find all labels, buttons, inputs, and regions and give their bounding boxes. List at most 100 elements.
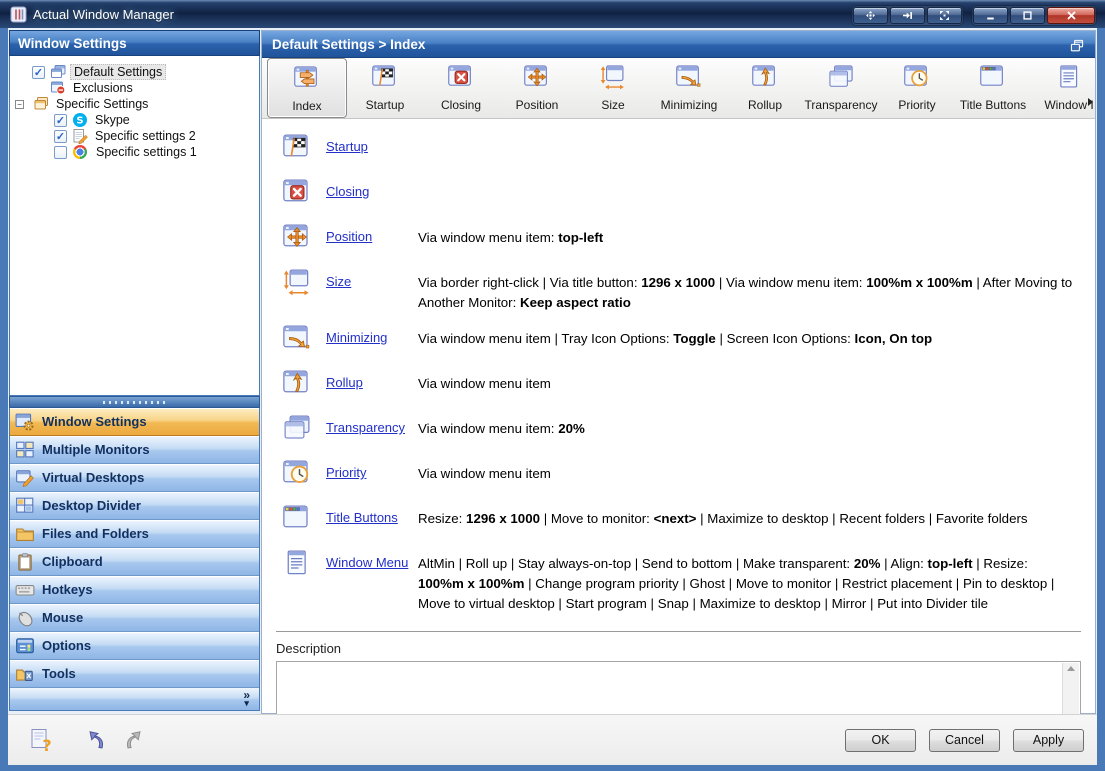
settings-link-minimizing[interactable]: Minimizing <box>326 330 387 345</box>
app-icon <box>10 6 27 23</box>
sidebar-item-label: Desktop Divider <box>42 498 141 513</box>
index-icon <box>292 64 322 97</box>
settings-link-size[interactable]: Size <box>326 274 351 289</box>
settings-link-closing[interactable]: Closing <box>326 184 369 199</box>
tree-checkbox[interactable] <box>54 146 67 159</box>
help-notes-icon[interactable]: ? <box>28 727 55 754</box>
sidebar-item-files-and-folders[interactable]: Files and Folders <box>10 520 259 548</box>
divider <box>276 631 1081 632</box>
tools-icon <box>15 664 35 684</box>
minimizing-icon <box>674 63 704 96</box>
tree-item-label: Specific Settings <box>53 97 151 111</box>
tree-collapse-icon[interactable]: − <box>15 100 24 109</box>
sidebar-item-window-settings[interactable]: Window Settings <box>10 408 259 436</box>
svg-text:?: ? <box>42 736 51 754</box>
toolbar-item-index[interactable]: Index <box>267 58 347 118</box>
minimize-button[interactable] <box>973 7 1008 24</box>
undo-icon[interactable] <box>83 727 110 754</box>
scroll-up-icon[interactable] <box>1067 666 1075 671</box>
tree-item-exclusions[interactable]: Exclusions <box>10 80 259 96</box>
tree-item-specific-settings-1[interactable]: Specific settings 1 <box>10 144 259 160</box>
cancel-button[interactable]: Cancel <box>929 729 1000 752</box>
priority-icon <box>282 458 312 493</box>
close-button[interactable] <box>1047 7 1095 24</box>
description-label: Description <box>276 641 1095 656</box>
sidebar-item-virtual-desktops[interactable]: Virtual Desktops <box>10 464 259 492</box>
size-icon <box>282 267 312 313</box>
chrome-icon <box>73 145 87 159</box>
sidebar-item-multiple-monitors[interactable]: Multiple Monitors <box>10 436 259 464</box>
tree-item-default-settings[interactable]: ✓Default Settings <box>10 64 259 80</box>
settings-link-transparency[interactable]: Transparency <box>326 420 405 435</box>
sidebar-item-clipboard[interactable]: Clipboard <box>10 548 259 576</box>
toolbar-item-position[interactable]: Position <box>499 58 575 118</box>
tree-item-label: Specific settings 2 <box>92 129 199 143</box>
settings-link-title-buttons[interactable]: Title Buttons <box>326 510 398 525</box>
settings-tree: ✓Default SettingsExclusions − Specific Set… <box>9 56 260 396</box>
toolbar-item-rollup[interactable]: Rollup <box>727 58 803 118</box>
tree-checkbox[interactable]: ✓ <box>32 66 45 79</box>
tree-item-skype[interactable]: ✓SSkype <box>10 112 259 128</box>
titlebar: Actual Window Manager <box>0 0 1105 28</box>
multiple-monitors-icon <box>15 440 35 460</box>
title-buttons-icon <box>978 63 1008 96</box>
toolbar-overflow-arrow[interactable] <box>1088 98 1093 106</box>
sidebar-item-tools[interactable]: Tools <box>10 660 259 688</box>
ok-button[interactable]: OK <box>845 729 916 752</box>
sidebar-item-mouse[interactable]: Mouse <box>10 604 259 632</box>
sidebar-item-options[interactable]: Options <box>10 632 259 660</box>
toolbar-item-title-buttons[interactable]: Title Buttons <box>955 58 1031 118</box>
settings-row: Title ButtonsResize: 1296 x 1000 | Move … <box>282 498 1081 543</box>
maximize-to-desktop-button[interactable] <box>927 7 962 24</box>
window-menu-icon <box>282 548 312 614</box>
tree-item-specific-settings-2[interactable]: ✓ Specific settings 2 <box>10 128 259 144</box>
mouse-icon <box>15 608 35 628</box>
nav-collapse-button[interactable]: » ▾ <box>9 688 260 711</box>
redo-icon <box>120 727 147 754</box>
toolbar-item-size[interactable]: Size <box>575 58 651 118</box>
sidebar-item-label: Tools <box>42 666 76 681</box>
toolbar-item-label: Startup <box>366 98 405 112</box>
hotkeys-icon <box>15 580 35 600</box>
settings-desc: AltMin | Roll up | Stay always-on-top | … <box>418 548 1081 614</box>
settings-desc: Via window menu item: top-left <box>418 222 1081 257</box>
sidebar: Window Settings ✓Default SettingsExclusi… <box>9 30 260 714</box>
toolbar-item-label: Priority <box>898 98 935 112</box>
settings-link-position[interactable]: Position <box>326 229 372 244</box>
settings-row: TransparencyVia window menu item: 20% <box>282 408 1081 453</box>
align-button[interactable] <box>853 7 888 24</box>
settings-desc: Via window menu item | Tray Icon Options… <box>418 323 1081 358</box>
tree-checkbox[interactable]: ✓ <box>54 130 67 143</box>
footer-bar: ? OK Cancel Apply <box>8 714 1097 765</box>
send-to-monitor-button[interactable] <box>890 7 925 24</box>
settings-link-startup[interactable]: Startup <box>326 139 368 154</box>
maximize-button[interactable] <box>1010 7 1045 24</box>
toolbar-item-closing[interactable]: Closing <box>423 58 499 118</box>
tree-checkbox[interactable]: ✓ <box>54 114 67 127</box>
toolbar-item-priority[interactable]: Priority <box>879 58 955 118</box>
tree-item-specific-settings[interactable]: − Specific Settings <box>10 96 259 112</box>
clipboard-icon <box>15 552 35 572</box>
files-and-folders-icon <box>15 524 35 544</box>
toolbar-item-startup[interactable]: Startup <box>347 58 423 118</box>
transparency-icon <box>826 63 856 96</box>
toolbar-item-label: Index <box>292 99 321 113</box>
apply-button[interactable]: Apply <box>1013 729 1084 752</box>
toolbar-item-transparency[interactable]: Transparency <box>803 58 879 118</box>
settings-row: PriorityVia window menu item <box>282 453 1081 498</box>
sidebar-nav: Window SettingsMultiple MonitorsVirtual … <box>9 408 260 688</box>
sidebar-item-desktop-divider[interactable]: Desktop Divider <box>10 492 259 520</box>
settings-row: RollupVia window menu item <box>282 363 1081 408</box>
settings-link-window-menu[interactable]: Window Menu <box>326 555 408 570</box>
splitter-handle[interactable] <box>9 396 260 408</box>
settings-row: Minimizing Via window menu item | Tray Ic… <box>282 318 1081 363</box>
settings-row: Window Menu AltMin | Roll up | Stay alway… <box>282 543 1081 619</box>
sidebar-item-hotkeys[interactable]: Hotkeys <box>10 576 259 604</box>
settings-link-rollup[interactable]: Rollup <box>326 375 363 390</box>
settings-desc <box>418 177 1081 212</box>
skype-icon: S <box>72 112 88 128</box>
settings-link-priority[interactable]: Priority <box>326 465 366 480</box>
toolbar-item-window-i[interactable]: Window I <box>1031 58 1095 118</box>
settings-row: Position Via window menu item: top-left <box>282 217 1081 262</box>
toolbar-item-minimizing[interactable]: Minimizing <box>651 58 727 118</box>
